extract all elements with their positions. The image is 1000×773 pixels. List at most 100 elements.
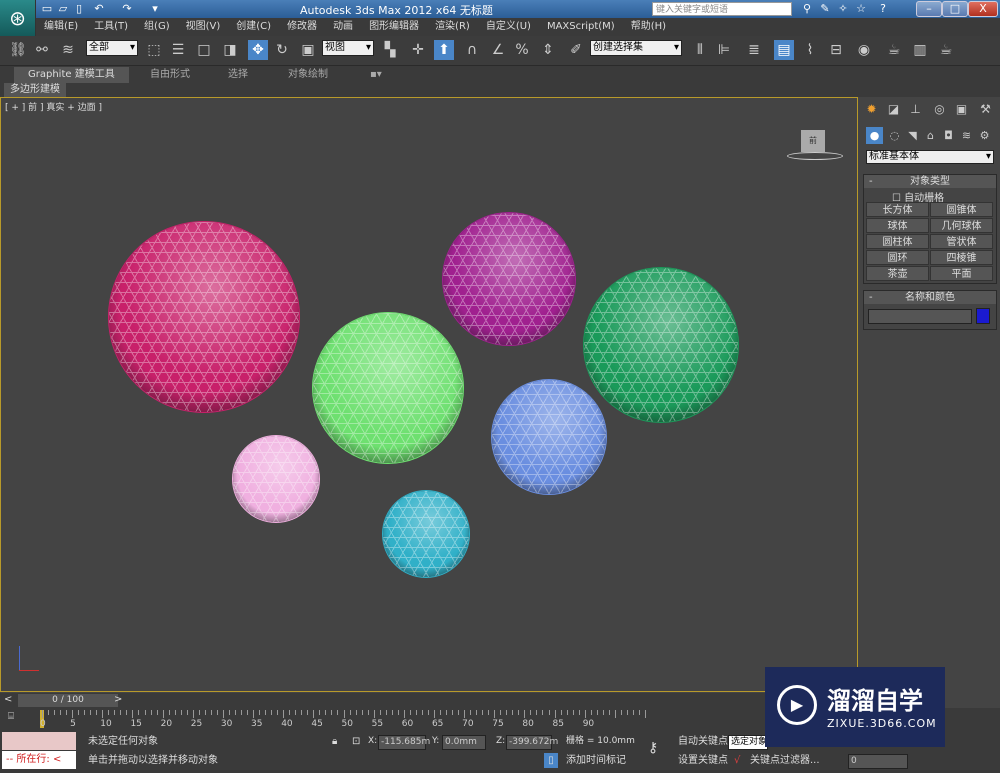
key-icon[interactable]: ⚷	[648, 741, 658, 756]
save-icon[interactable]: ▯	[72, 2, 86, 16]
edit-named-selection-icon[interactable]: ✐	[566, 40, 586, 60]
viewport-front[interactable]: [ + ] 前 ] 真实 + 边面 ] 前	[0, 97, 858, 692]
torus-button[interactable]: 圆环	[866, 250, 929, 265]
render-icon[interactable]: ☕	[936, 40, 956, 60]
reference-coord-dropdown[interactable]: 视图	[322, 40, 374, 56]
spinner-snap-icon[interactable]: ⇕	[538, 40, 558, 60]
plane-button[interactable]: 平面	[930, 266, 993, 281]
graphite-toggle-icon[interactable]: ▤	[774, 40, 794, 60]
z-coordinate[interactable]: -399.672m	[506, 735, 558, 750]
cone-button[interactable]: 圆锥体	[930, 202, 993, 217]
snap-toggle-icon[interactable]: ∩	[462, 40, 482, 60]
redo-icon[interactable]: ↷	[120, 2, 134, 16]
rendered-frame-icon[interactable]: ▥	[910, 40, 930, 60]
satellite-icon[interactable]: ✧	[836, 2, 850, 16]
object-name-input[interactable]	[868, 309, 972, 324]
viewport-label[interactable]: [ + ] 前 ] 真实 + 边面 ]	[5, 100, 102, 113]
prev-frame-icon[interactable]: <	[4, 694, 12, 705]
cameras-icon[interactable]: ⌂	[922, 127, 939, 144]
lock-icon[interactable]: 🔒︎	[332, 734, 337, 749]
name-color-header[interactable]: - 名称和颜色	[864, 291, 996, 304]
search-input[interactable]: 键入关键字或短语	[652, 2, 792, 16]
menu-customize[interactable]: 自定义(U)	[478, 18, 539, 36]
sphere-object[interactable]	[492, 380, 606, 494]
keyboard-shortcut-icon[interactable]: ⬆	[434, 40, 454, 60]
tab-graphite[interactable]: Graphite 建模工具	[14, 67, 129, 83]
menu-rendering[interactable]: 渲染(R)	[427, 18, 478, 36]
sphere-object[interactable]	[584, 268, 738, 422]
object-color-swatch[interactable]	[976, 308, 990, 324]
tube-button[interactable]: 管状体	[930, 234, 993, 249]
primitive-type-dropdown[interactable]: 标准基本体	[866, 150, 994, 164]
hierarchy-tab-icon[interactable]: ⊥	[906, 100, 925, 118]
rect-selection-icon[interactable]: □	[194, 40, 214, 60]
sphere-object[interactable]	[443, 213, 575, 345]
y-coordinate[interactable]: 0.0mm	[442, 735, 486, 750]
systems-icon[interactable]: ⚙	[976, 127, 993, 144]
selection-filter-dropdown[interactable]: 全部	[86, 40, 138, 56]
schematic-view-icon[interactable]: ⊟	[826, 40, 846, 60]
app-menu-button[interactable]: ⊛	[0, 0, 36, 36]
link-icon[interactable]: ⛓	[8, 40, 28, 60]
time-tag-icon[interactable]: ▯	[544, 753, 558, 768]
minimize-button[interactable]: –	[916, 1, 942, 17]
sphere-object[interactable]	[233, 436, 319, 522]
menu-animation[interactable]: 动画	[325, 18, 361, 36]
menu-maxscript[interactable]: MAXScript(M)	[539, 18, 623, 36]
sphere-button[interactable]: 球体	[866, 218, 929, 233]
ribbon-options-icon[interactable]: ▪▾	[356, 67, 396, 83]
menu-group[interactable]: 组(G)	[136, 18, 178, 36]
window-crossing-icon[interactable]: ◨	[220, 40, 240, 60]
viewcube-ring[interactable]	[787, 152, 843, 160]
cylinder-button[interactable]: 圆柱体	[866, 234, 929, 249]
select-object-icon[interactable]: ⬚	[144, 40, 164, 60]
motion-tab-icon[interactable]: ◎	[930, 100, 949, 118]
close-button[interactable]: X	[968, 1, 998, 17]
set-key-button[interactable]: 设置关键点	[678, 753, 728, 768]
menu-create[interactable]: 创建(C)	[228, 18, 279, 36]
teapot-button[interactable]: 茶壶	[866, 266, 929, 281]
transform-mode-icon[interactable]: ⊡	[352, 734, 360, 749]
tab-selection[interactable]: 选择	[214, 67, 262, 83]
align-icon[interactable]: ⊫	[714, 40, 734, 60]
layer-manager-icon[interactable]: ≣	[744, 40, 764, 60]
menu-views[interactable]: 视图(V)	[178, 18, 229, 36]
viewcube[interactable]: 前	[801, 130, 825, 152]
menu-modifiers[interactable]: 修改器	[279, 18, 325, 36]
material-editor-icon[interactable]: ◉	[854, 40, 874, 60]
helpers-icon[interactable]: ◘	[940, 127, 957, 144]
mirror-icon[interactable]: ⫴	[690, 40, 710, 60]
time-slider[interactable]: < 0 / 100 >	[0, 693, 858, 708]
spacewarps-icon[interactable]: ≋	[958, 127, 975, 144]
tab-object-paint[interactable]: 对象绘制	[274, 67, 342, 83]
x-coordinate[interactable]: -115.685m	[378, 735, 430, 750]
tab-freeform[interactable]: 自由形式	[136, 67, 204, 83]
object-type-header[interactable]: - 对象类型	[864, 175, 996, 188]
lights-icon[interactable]: ◥	[904, 127, 921, 144]
manipulate-icon[interactable]: ✛	[408, 40, 428, 60]
select-rotate-icon[interactable]: ↻	[272, 40, 292, 60]
curve-editor-icon[interactable]: ⌇	[800, 40, 820, 60]
sphere-object[interactable]	[109, 222, 299, 412]
dropdown-icon[interactable]: ▾	[148, 2, 162, 16]
menu-edit[interactable]: 编辑(E)	[36, 18, 86, 36]
add-time-tag[interactable]: 添加时间标记	[566, 753, 626, 768]
menu-tools[interactable]: 工具(T)	[86, 18, 136, 36]
select-move-icon[interactable]: ✥	[248, 40, 268, 60]
time-slider-thumb[interactable]: 0 / 100	[18, 694, 118, 707]
utilities-tab-icon[interactable]: ⚒	[976, 100, 995, 118]
modify-tab-icon[interactable]: ◪	[884, 100, 903, 118]
angle-snap-icon[interactable]: ∠	[488, 40, 508, 60]
create-tab-icon[interactable]: ✹	[862, 100, 881, 118]
binoculars-icon[interactable]: ⚲	[800, 2, 814, 16]
maxscript-listener[interactable]	[2, 732, 76, 750]
menu-help[interactable]: 帮助(H)	[623, 18, 674, 36]
sphere-object[interactable]	[383, 491, 469, 577]
geometry-icon[interactable]: ●	[866, 127, 883, 144]
shapes-icon[interactable]: ◌	[886, 127, 903, 144]
geosphere-button[interactable]: 几何球体	[930, 218, 993, 233]
wrench-icon[interactable]: ✎	[818, 2, 832, 16]
open-icon[interactable]: ▱	[56, 2, 70, 16]
auto-key-button[interactable]: 自动关键点	[678, 734, 728, 749]
new-icon[interactable]: ▭	[40, 2, 54, 16]
